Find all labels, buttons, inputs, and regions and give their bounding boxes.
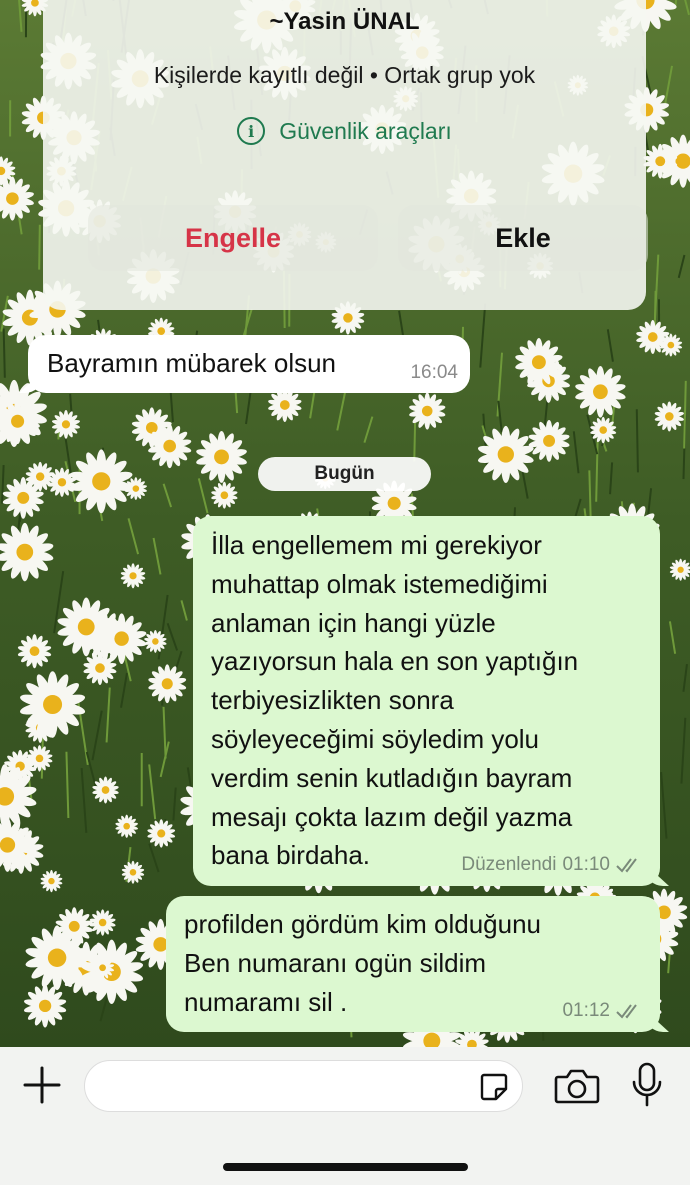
microphone-icon[interactable]: [630, 1062, 664, 1108]
date-separator: Bugün: [258, 457, 431, 491]
security-tools-link[interactable]: i Güvenlik araçları: [43, 117, 646, 145]
message-text: İlla engellemem mi gerekiyor muhattap ol…: [211, 526, 578, 875]
message-time: 01:12: [562, 1000, 610, 1021]
message-text: Bayramın mübarek olsun: [47, 348, 337, 378]
contact-name: ~Yasin ÜNAL: [269, 8, 420, 35]
message-line: anlaman için hangi yüzle: [211, 607, 496, 638]
block-button[interactable]: Engelle: [88, 205, 378, 271]
message-line: Ben numaranı ogün sildim: [184, 948, 487, 978]
contact-status: Kişilerde kayıtlı değil • Ortak grup yok: [153, 62, 536, 88]
message-time: 01:10: [562, 854, 610, 875]
sticker-icon[interactable]: [478, 1071, 510, 1103]
plus-icon[interactable]: [22, 1065, 62, 1105]
info-icon: i: [237, 117, 266, 145]
outgoing-message[interactable]: profilden gördüm kim olduğunu Ben numara…: [166, 896, 669, 1032]
contact-info-card: ~Yasin ÜNAL Kişilerde kayıtlı değil • Or…: [43, 0, 648, 310]
message-text: profilden gördüm kim olduğunu Ben numara…: [184, 905, 541, 1022]
message-line: profilden gördüm kim olduğunu: [184, 909, 541, 939]
security-tools-label: Güvenlik araçları: [279, 117, 452, 144]
message-line: verdim senin kutladığın bayram: [211, 762, 573, 793]
message-line: numaramı sil .: [184, 987, 348, 1017]
read-receipt-icon: [616, 858, 637, 873]
edited-label: Düzenlendi: [461, 854, 557, 875]
outgoing-message[interactable]: İlla engellemem mi gerekiyor muhattap ol…: [193, 516, 669, 886]
read-receipt-icon: [616, 1004, 637, 1019]
message-line: muhattap olmak istemediğimi: [211, 568, 548, 599]
message-time: 16:04: [410, 362, 458, 383]
message-line: İlla engellemem mi gerekiyor: [211, 530, 542, 560]
incoming-message[interactable]: Bayramın mübarek olsun 16:04: [19, 335, 470, 393]
add-contact-button[interactable]: Ekle: [398, 205, 648, 271]
message-meta: Düzenlendi 01:10: [461, 854, 646, 876]
message-composer: [0, 1047, 690, 1185]
home-indicator: [223, 1163, 468, 1171]
message-line: mesajı çokta lazım değil yazma: [211, 801, 573, 832]
message-line: söyleyeceğimi söyledim yolu: [211, 723, 540, 754]
message-meta: 01:12: [562, 1000, 646, 1022]
camera-icon[interactable]: [554, 1067, 600, 1105]
message-input[interactable]: [103, 1071, 477, 1103]
message-line: yazıyorsun hala en son yaptığın: [211, 646, 579, 677]
message-line: terbiyesizlikten sonra: [211, 685, 454, 716]
message-input-box[interactable]: [84, 1060, 523, 1112]
